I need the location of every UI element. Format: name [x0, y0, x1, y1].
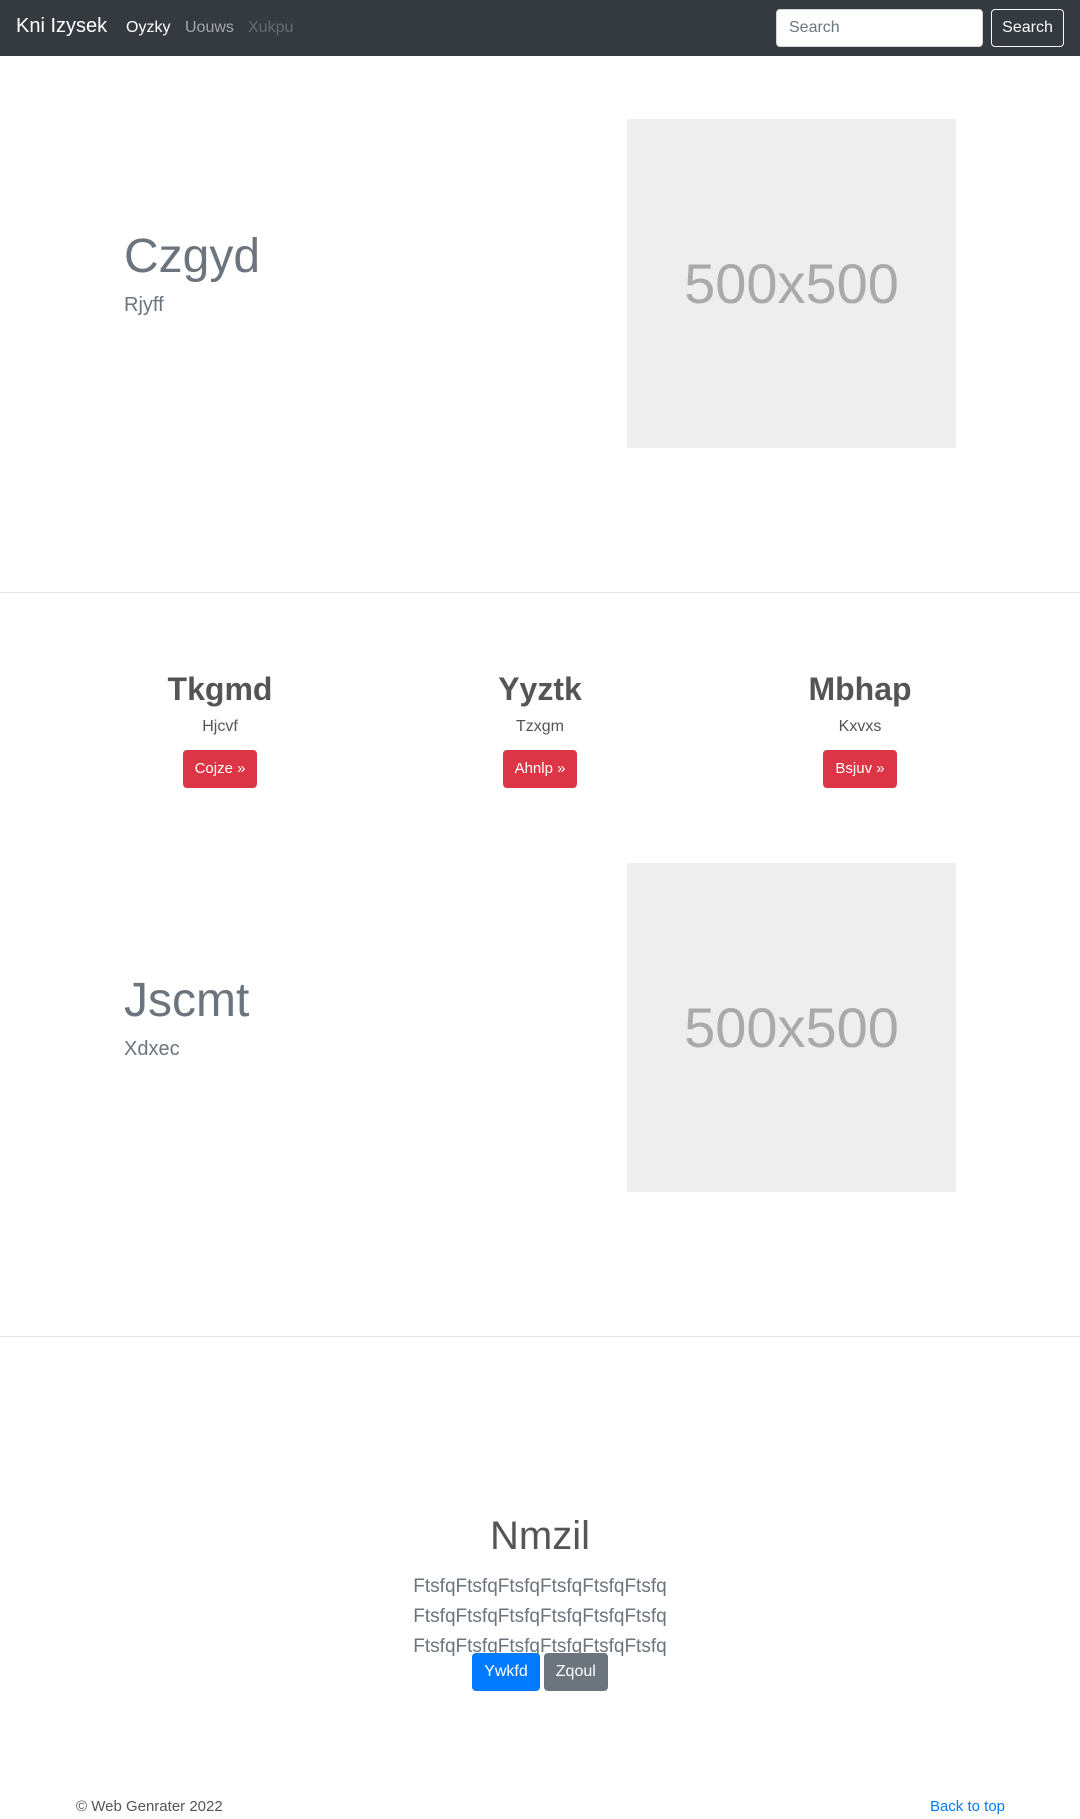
- nav-link-xukpu: Xukpu: [248, 19, 294, 36]
- back-to-top-link[interactable]: Back to top: [930, 1798, 1005, 1815]
- navbar: Kni Izysek Oyzky Uouws Xukpu Search: [0, 0, 1080, 56]
- featurette-image-placeholder: 500x500: [627, 119, 956, 448]
- column-button-bsjuv[interactable]: Bsjuv »: [823, 750, 897, 789]
- featurette-lead: Xdxec: [124, 1038, 180, 1060]
- column-text: Hjcvf: [202, 718, 238, 736]
- jumbotron-title: Nmzil: [490, 1514, 590, 1558]
- featurette-heading: Czgyd: [124, 230, 261, 283]
- secondary-button[interactable]: Zqoul: [543, 1653, 608, 1691]
- primary-button[interactable]: Ywkfd: [472, 1653, 540, 1691]
- nav-link-oyzky[interactable]: Oyzky: [126, 19, 170, 37]
- column-title: Mbhap: [808, 671, 912, 707]
- featurette-heading: Jscmt: [124, 974, 250, 1027]
- search-input[interactable]: [776, 9, 983, 47]
- navbar-brand[interactable]: Kni Izysek: [16, 15, 107, 38]
- column-button-cojze[interactable]: Cojze »: [182, 750, 258, 789]
- featurette-image-placeholder: 500x500: [627, 863, 956, 1192]
- column-tkgmd: Tkgmd Hjcvf Cojze »: [110, 670, 330, 789]
- divider: [0, 1336, 1080, 1337]
- column-button-ahnlp[interactable]: Ahnlp »: [502, 750, 578, 789]
- featurette-lead: Rjyff: [124, 294, 164, 316]
- jumbotron-text: FtsfqFtsfqFtsfqFtsfqFtsfqFtsfq FtsfqFtsf…: [413, 1576, 667, 1657]
- column-text: Tzxgm: [516, 718, 564, 736]
- placeholder-label: 500x500: [684, 252, 899, 315]
- column-title: Yyztk: [498, 671, 582, 707]
- divider: [0, 592, 1080, 593]
- footer-copyright: © Web Genrater 2022: [76, 1798, 223, 1815]
- nav-link-uouws[interactable]: Uouws: [185, 19, 234, 37]
- column-text: Kxvxs: [838, 718, 882, 736]
- placeholder-label: 500x500: [684, 996, 899, 1059]
- jumbotron-buttons: Ywkfd Zqoul: [0, 1653, 1080, 1691]
- column-yyztk: Yyztk Tzxgm Ahnlp »: [430, 670, 650, 789]
- column-title: Tkgmd: [167, 671, 273, 707]
- column-mbhap: Mbhap Kxvxs Bsjuv »: [750, 670, 970, 789]
- search-button[interactable]: Search: [991, 9, 1064, 47]
